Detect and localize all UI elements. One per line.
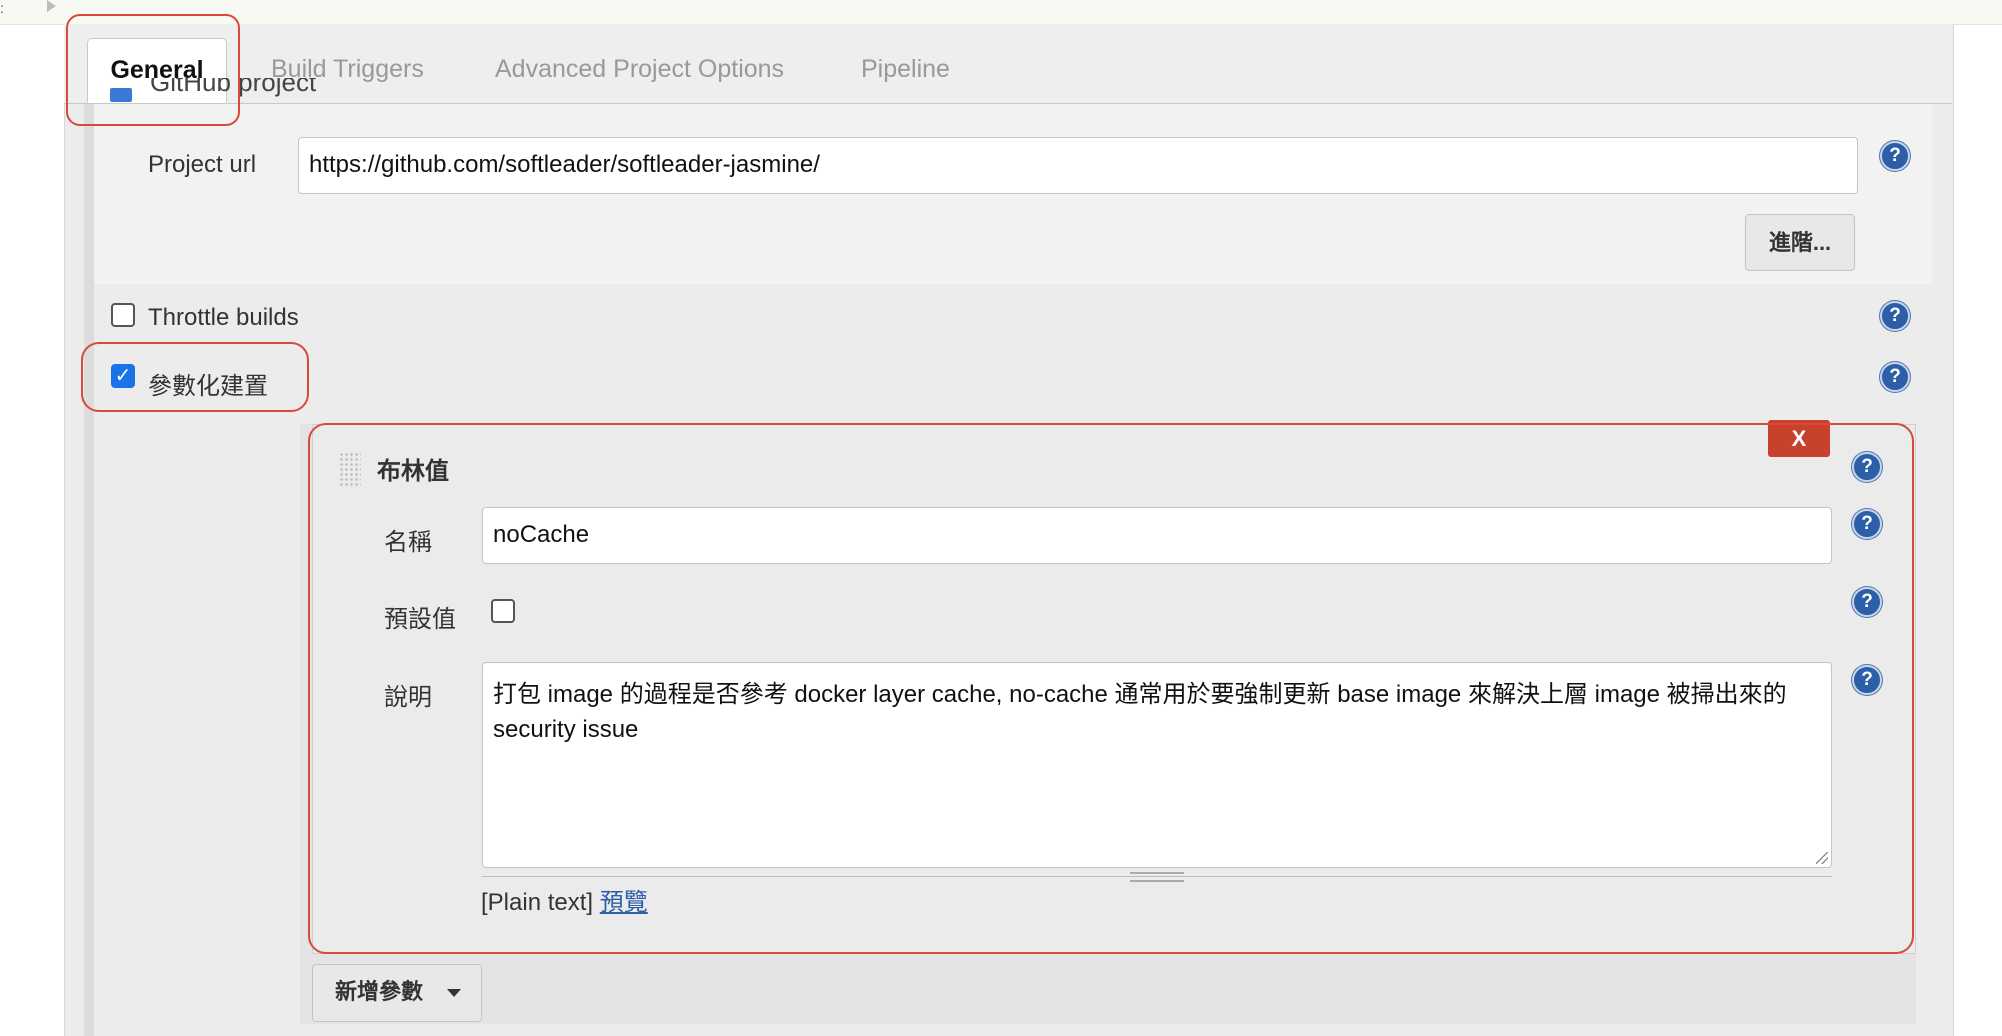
preview-link[interactable]: 預覽	[600, 889, 648, 916]
tab-advanced-project-options[interactable]: Advanced Project Options	[495, 38, 784, 103]
help-icon[interactable]: ?	[1880, 141, 1910, 171]
top-strip	[0, 0, 2002, 25]
description-text: 打包 image 的過程是否參考 docker layer cache, no-…	[493, 681, 1787, 743]
default-value-checkbox[interactable]	[491, 599, 515, 623]
section-indent-bar	[84, 104, 94, 1036]
github-project-label: GitHub project	[150, 78, 317, 97]
resize-handle-icon[interactable]	[1816, 852, 1828, 864]
help-icon[interactable]: ?	[1852, 509, 1882, 539]
project-url-label: Project url	[148, 151, 257, 178]
param-name-label: 名稱	[384, 529, 432, 556]
tab-pipeline[interactable]: Pipeline	[861, 38, 950, 103]
help-icon[interactable]: ?	[1852, 587, 1882, 617]
param-name-input[interactable]: noCache	[482, 507, 1832, 564]
project-url-input[interactable]: https://github.com/softleader/softleader…	[298, 137, 1858, 194]
github-project-section	[94, 104, 1932, 284]
parameter-type-title: 布林值	[377, 458, 449, 485]
textarea-grip-icon[interactable]	[1130, 872, 1184, 882]
description-label: 說明	[384, 684, 432, 711]
throttle-builds-checkbox[interactable]	[111, 303, 135, 327]
help-icon[interactable]: ?	[1880, 301, 1910, 331]
default-value-label: 預設值	[384, 606, 456, 633]
top-edge-mark: :	[0, 0, 4, 16]
add-parameter-button[interactable]: 新增參數	[312, 964, 482, 1022]
format-indicator: [Plain text] 預覽	[481, 889, 648, 916]
description-textarea[interactable]: 打包 image 的過程是否參考 docker layer cache, no-…	[482, 662, 1832, 868]
help-icon[interactable]: ?	[1852, 665, 1882, 695]
advanced-button[interactable]: 進階...	[1745, 214, 1855, 271]
parameterized-build-label: 參數化建置	[148, 373, 268, 400]
chevron-down-icon	[447, 989, 461, 997]
delete-parameter-button[interactable]: X	[1768, 420, 1830, 457]
collapse-arrow-icon[interactable]	[47, 0, 56, 12]
help-icon[interactable]: ?	[1852, 452, 1882, 482]
help-icon[interactable]: ?	[1880, 362, 1910, 392]
throttle-builds-label: Throttle builds	[148, 304, 299, 331]
parameterized-build-checkbox[interactable]: ✓	[111, 364, 135, 388]
drag-handle-icon[interactable]	[339, 452, 361, 486]
